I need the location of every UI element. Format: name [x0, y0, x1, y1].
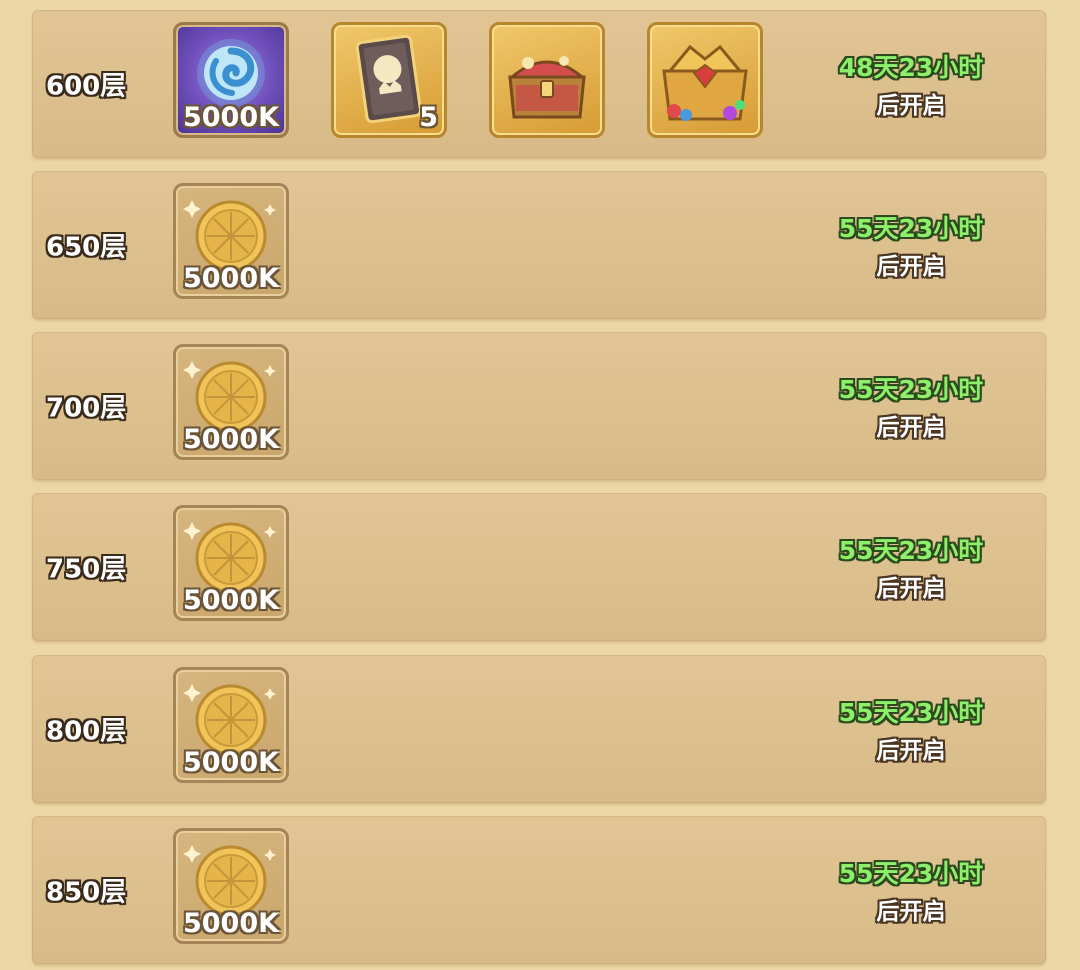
reward-item-swirl-orb[interactable]: 5000K — [173, 22, 289, 138]
reward-row-700: 700层 5000K 55天23小时 后开启 — [32, 332, 1046, 480]
floor-label: 600层 — [46, 71, 127, 102]
reward-row-600: 600层 5000K 5 48天23小时 后开启 — [32, 10, 1046, 158]
unlock-timer: 55天23小时 后开启 — [826, 693, 996, 765]
reward-list: 600层 5000K 5 48天23小时 后开启 650层 5000K 55天2… — [0, 0, 1080, 970]
floor-label: 850层 — [46, 877, 127, 908]
reward-item-gem-chest[interactable] — [647, 22, 763, 138]
reward-item-card[interactable]: 5 — [331, 22, 447, 138]
unlock-timer: 55天23小时 后开启 — [826, 209, 996, 281]
reward-row-850: 850层 5000K 55天23小时 后开启 — [32, 816, 1046, 964]
timer-label: 后开启 — [876, 93, 946, 119]
reward-row-800: 800层 5000K 55天23小时 后开启 — [32, 655, 1046, 803]
item-quantity: 5000K — [182, 424, 280, 455]
timer-value: 55天23小时 — [838, 536, 984, 565]
red-chest-icon — [507, 56, 587, 119]
reward-item-gold-coin[interactable]: 5000K — [173, 183, 289, 299]
floor-label: 800层 — [46, 716, 127, 747]
item-quantity: 5000K — [182, 585, 280, 616]
item-quantity: 5000K — [182, 102, 280, 133]
reward-item-gold-coin[interactable]: 5000K — [173, 344, 289, 460]
item-quantity: 5000K — [182, 908, 280, 939]
floor-label: 700层 — [46, 393, 127, 424]
unlock-timer: 55天23小时 后开启 — [826, 531, 996, 603]
unlock-timer: 48天23小时 后开启 — [826, 48, 996, 120]
timer-label: 后开启 — [876, 738, 946, 764]
timer-value: 55天23小时 — [838, 214, 984, 243]
timer-value: 55天23小时 — [838, 698, 984, 727]
item-quantity: 5000K — [182, 747, 280, 778]
item-quantity: 5000K — [182, 263, 280, 294]
timer-value: 48天23小时 — [838, 53, 984, 82]
floor-label: 750层 — [46, 554, 127, 585]
item-quantity: 5 — [419, 102, 438, 133]
unlock-timer: 55天23小时 后开启 — [826, 370, 996, 442]
reward-item-gold-coin[interactable]: 5000K — [173, 505, 289, 621]
reward-row-650: 650层 5000K 55天23小时 后开启 — [32, 171, 1046, 319]
reward-row-750: 750层 5000K 55天23小时 后开启 — [32, 493, 1046, 641]
timer-label: 后开启 — [876, 899, 946, 925]
reward-item-red-chest[interactable] — [489, 22, 605, 138]
gem-chest-icon — [662, 44, 748, 121]
reward-item-gold-coin[interactable]: 5000K — [173, 828, 289, 944]
timer-label: 后开启 — [876, 576, 946, 602]
floor-label: 650层 — [46, 232, 127, 263]
timer-label: 后开启 — [876, 254, 946, 280]
timer-value: 55天23小时 — [838, 375, 984, 404]
reward-item-gold-coin[interactable]: 5000K — [173, 667, 289, 783]
unlock-timer: 55天23小时 后开启 — [826, 854, 996, 926]
timer-value: 55天23小时 — [838, 859, 984, 888]
timer-label: 后开启 — [876, 415, 946, 441]
